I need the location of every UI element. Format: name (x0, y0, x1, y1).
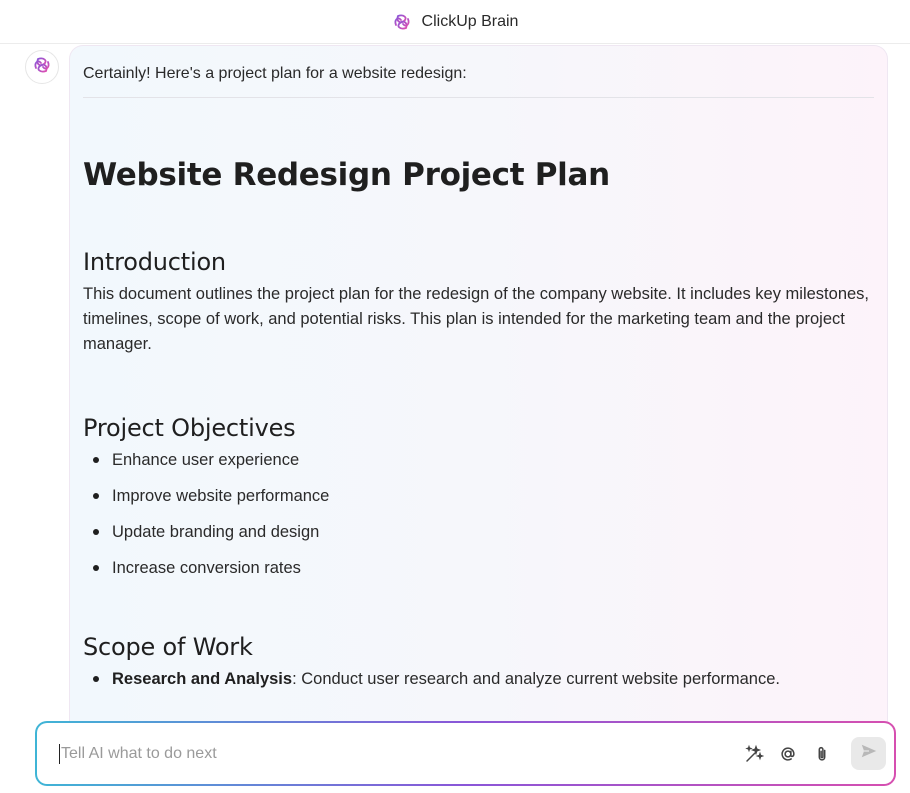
introduction-heading: Introduction (83, 248, 226, 276)
clickup-brain-logo-icon (392, 12, 412, 32)
scope-item-title: Research and Analysis (112, 670, 293, 688)
list-item: Improve website performance (90, 482, 874, 518)
scope-heading: Scope of Work (83, 633, 253, 661)
at-mention-icon[interactable] (777, 743, 799, 765)
paperclip-icon[interactable] (811, 743, 833, 765)
header-title: ClickUp Brain (421, 12, 519, 30)
ai-avatar (25, 50, 59, 84)
ai-message-bubble: Certainly! Here's a project plan for a w… (69, 45, 888, 725)
composer-tools (743, 737, 886, 770)
list-item: Increase conversion rates (90, 554, 874, 590)
composer (35, 721, 896, 786)
message-intro: Certainly! Here's a project plan for a w… (83, 46, 874, 98)
send-icon (860, 742, 878, 765)
introduction-text: This document outlines the project plan … (83, 285, 870, 353)
composer-inner (37, 723, 894, 784)
document-title: Website Redesign Project Plan (83, 157, 610, 193)
list-item: Enhance user experience (90, 446, 874, 482)
prompt-input[interactable] (61, 744, 743, 763)
send-button[interactable] (851, 737, 886, 770)
scope-item-text: : Conduct user research and analyze curr… (292, 670, 780, 688)
list-item: Research and Analysis: Conduct user rese… (90, 665, 874, 701)
text-caret (59, 743, 60, 764)
clickup-brain-avatar-icon (32, 55, 52, 80)
objectives-heading: Project Objectives (83, 414, 296, 442)
app-header: ClickUp Brain (0, 0, 910, 44)
list-item: Update branding and design (90, 518, 874, 554)
objectives-list: Enhance user experience Improve website … (83, 446, 874, 590)
scope-list: Research and Analysis: Conduct user rese… (83, 665, 874, 701)
sparkle-wand-icon[interactable] (743, 743, 765, 765)
